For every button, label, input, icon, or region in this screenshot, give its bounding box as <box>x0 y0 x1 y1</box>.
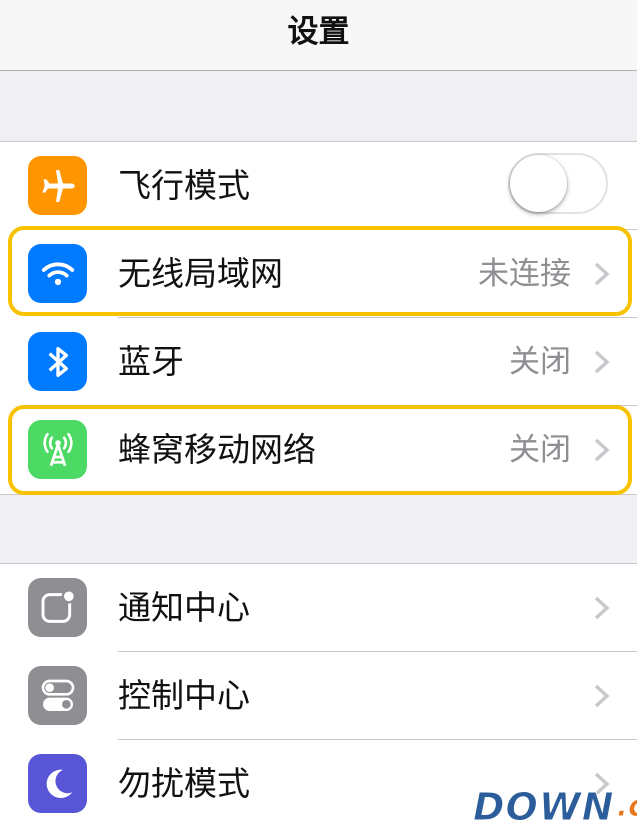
watermark-suffix-text: .cc <box>616 789 637 825</box>
settings-row-airplane-mode[interactable]: 飞行模式 <box>0 142 637 230</box>
control-center-icon <box>28 666 87 725</box>
cellular-status-value: 关闭 <box>509 432 571 468</box>
wifi-status-value: 未连接 <box>478 256 571 292</box>
toggle-knob <box>510 155 567 212</box>
wifi-label: 无线局域网 <box>118 254 283 293</box>
moon-icon <box>28 754 87 813</box>
chevron-right-icon <box>594 684 610 708</box>
settings-row-control-center[interactable]: 控制中心 <box>0 652 637 740</box>
page-title: 设置 <box>287 13 350 50</box>
settings-group-connectivity: 飞行模式 无线局域网 未连接 蓝牙 关闭 蜂窝移动网络 关闭 <box>0 141 637 495</box>
chevron-right-icon <box>594 596 610 620</box>
cellular-antenna-icon <box>28 420 87 479</box>
navigation-bar: 设置 <box>0 0 637 71</box>
bluetooth-icon <box>28 332 87 391</box>
bluetooth-label: 蓝牙 <box>118 342 184 381</box>
notification-center-icon <box>28 578 87 637</box>
airplane-mode-toggle[interactable] <box>508 153 608 214</box>
settings-row-bluetooth[interactable]: 蓝牙 关闭 <box>0 318 637 406</box>
control-center-label: 控制中心 <box>118 676 250 715</box>
cellular-label: 蜂窝移动网络 <box>118 430 316 469</box>
watermark-logo: DOWN .cc <box>473 785 637 829</box>
chevron-right-icon <box>594 350 610 374</box>
wifi-icon <box>28 244 87 303</box>
chevron-right-icon <box>594 262 610 286</box>
settings-row-notification-center[interactable]: 通知中心 <box>0 564 637 652</box>
notification-center-label: 通知中心 <box>118 588 250 627</box>
settings-row-wifi[interactable]: 无线局域网 未连接 <box>0 230 637 318</box>
airplane-mode-label: 飞行模式 <box>118 166 250 205</box>
watermark-main-text: DOWN <box>473 785 615 829</box>
do-not-disturb-label: 勿扰模式 <box>118 764 250 803</box>
bluetooth-status-value: 关闭 <box>509 344 571 380</box>
settings-row-cellular[interactable]: 蜂窝移动网络 关闭 <box>0 406 637 494</box>
airplane-icon <box>28 156 87 215</box>
chevron-right-icon <box>594 438 610 462</box>
